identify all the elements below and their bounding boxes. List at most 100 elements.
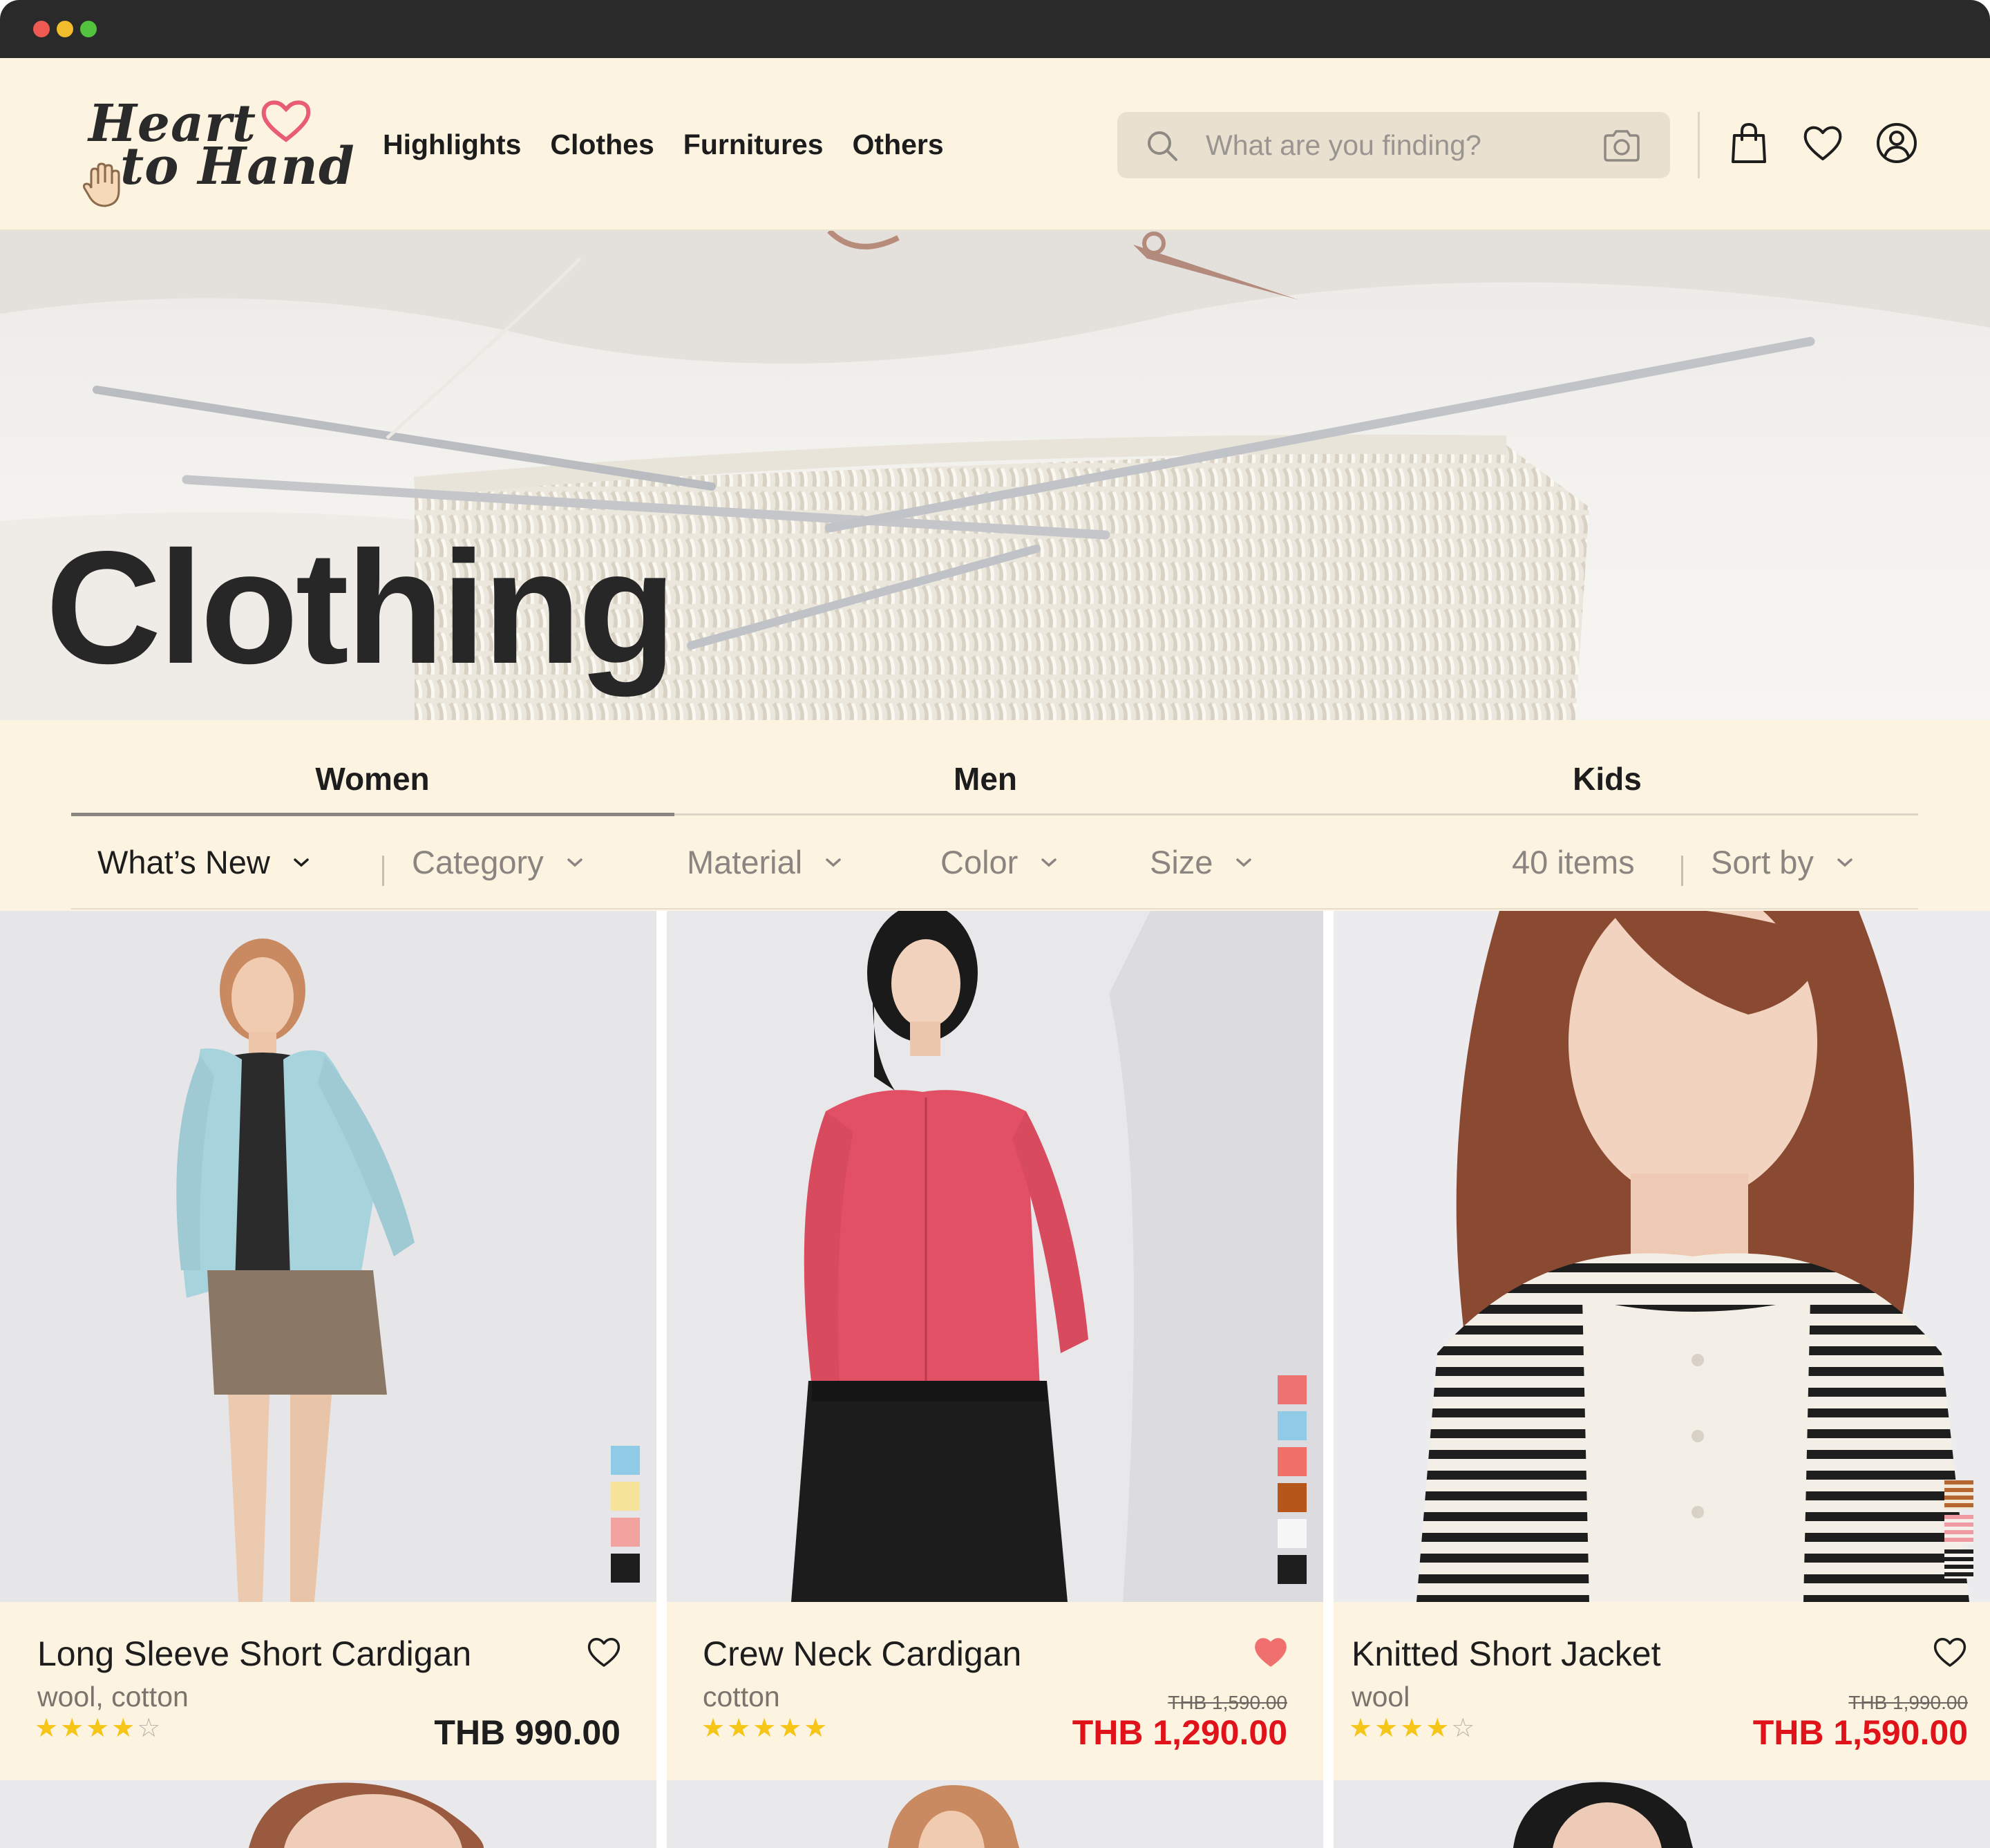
color-swatch[interactable] [1278, 1375, 1307, 1404]
color-swatch[interactable] [611, 1446, 640, 1475]
tab-kids[interactable]: Kids [1573, 760, 1642, 798]
product-photo [667, 911, 1323, 1602]
size-label: Size [1150, 844, 1213, 880]
product-material: wool, cotton [37, 1681, 189, 1713]
filters-area: Women Men Kids What’s New Category Mater… [0, 720, 1990, 911]
site-header: Heart to Hand Highlights Clothes Furnitu… [0, 58, 1990, 231]
whats-new-label: What’s New [97, 844, 270, 880]
hero-title: Clothing [46, 518, 676, 697]
product-name[interactable]: Long Sleeve Short Cardigan [37, 1634, 471, 1674]
close-window-button[interactable] [33, 21, 50, 37]
color-swatch[interactable] [1278, 1447, 1307, 1476]
product-price: THB 990.00 [434, 1713, 620, 1752]
category-dropdown[interactable]: Category [412, 843, 585, 881]
color-swatch-striped-pink[interactable] [1944, 1515, 1973, 1544]
color-swatch[interactable] [1278, 1411, 1307, 1440]
filter-separator [382, 856, 384, 886]
product-material: wool [1352, 1681, 1410, 1713]
product-info: Long Sleeve Short Cardigan wool, cotton … [0, 1602, 656, 1782]
color-swatches [1944, 1480, 1973, 1578]
product-photo [888, 1785, 1019, 1848]
product-sale-price: THB 1,290.00 [1072, 1713, 1287, 1752]
product-photo [0, 911, 656, 1602]
shopping-bag-icon[interactable] [1727, 122, 1770, 164]
favorite-heart-icon[interactable] [1932, 1635, 1968, 1668]
search-input[interactable] [1206, 123, 1593, 167]
product-material: cotton [703, 1681, 780, 1713]
product-photo [1513, 1782, 1693, 1848]
favorite-heart-icon[interactable] [586, 1635, 622, 1668]
nav-clothes[interactable]: Clothes [550, 129, 654, 161]
header-divider [1698, 112, 1700, 178]
whats-new-dropdown[interactable]: What’s New [97, 843, 312, 881]
product-card[interactable]: Knitted Short Jacket wool ★★★★☆ THB 1,99… [1334, 911, 1990, 1782]
tab-women[interactable]: Women [315, 760, 429, 798]
color-swatch[interactable] [611, 1554, 640, 1583]
tab-men[interactable]: Men [954, 760, 1017, 798]
product-name[interactable]: Knitted Short Jacket [1352, 1634, 1660, 1674]
product-rating-stars: ★★★★☆ [1349, 1713, 1477, 1743]
product-info: Crew Neck Cardigan cotton ★★★★★ THB 1,59… [667, 1602, 1323, 1782]
product-photo [249, 1782, 484, 1848]
product-old-price: THB 1,590.00 [1168, 1692, 1287, 1713]
color-swatch[interactable] [1278, 1555, 1307, 1584]
product-card[interactable]: Long Sleeve Short Cardigan wool, cotton … [0, 911, 656, 1782]
chevron-down-icon [1837, 858, 1852, 867]
product-image[interactable] [1334, 911, 1990, 1602]
nav-others[interactable]: Others [853, 129, 944, 161]
product-image[interactable] [0, 911, 656, 1602]
category-label: Category [412, 844, 544, 880]
product-card-partial[interactable] [667, 1780, 1323, 1848]
color-swatch-striped-brown[interactable] [1944, 1480, 1973, 1509]
favorite-heart-filled-icon[interactable] [1253, 1635, 1289, 1668]
color-swatches [611, 1446, 640, 1583]
product-rating-stars: ★★★★☆ [35, 1713, 163, 1743]
color-swatch-striped-black[interactable] [1944, 1549, 1973, 1578]
chevron-down-icon [1041, 858, 1057, 867]
camera-icon[interactable] [1601, 127, 1642, 163]
product-info: Knitted Short Jacket wool ★★★★☆ THB 1,99… [1334, 1602, 1990, 1782]
wishlist-heart-icon[interactable] [1801, 122, 1844, 164]
main-nav: Highlights Clothes Furnitures Others [383, 129, 944, 161]
sort-by-label: Sort by [1711, 844, 1814, 880]
product-card-partial[interactable] [1334, 1780, 1990, 1848]
color-dropdown[interactable]: Color [940, 843, 1059, 881]
logo-text-line2: to Hand [120, 137, 355, 196]
chevron-down-icon [826, 858, 841, 867]
product-photo [1334, 911, 1990, 1602]
hero-banner: Clothing [0, 231, 1990, 720]
product-card[interactable]: Crew Neck Cardigan cotton ★★★★★ THB 1,59… [667, 911, 1323, 1782]
minimize-window-button[interactable] [57, 21, 73, 37]
color-label: Color [940, 844, 1018, 880]
maximize-window-button[interactable] [80, 21, 97, 37]
window-titlebar [0, 0, 1990, 58]
brand-logo[interactable]: Heart to Hand [82, 94, 354, 207]
chevron-down-icon [294, 858, 309, 867]
size-dropdown[interactable]: Size [1150, 843, 1254, 881]
color-swatch[interactable] [611, 1518, 640, 1547]
material-label: Material [687, 844, 803, 880]
product-sale-price: THB 1,590.00 [1752, 1713, 1968, 1752]
items-count: 40 items [1512, 844, 1635, 880]
search-bar [1117, 112, 1670, 178]
sort-by-dropdown[interactable]: Sort by [1711, 843, 1855, 881]
product-card-partial[interactable] [0, 1780, 656, 1848]
color-swatches [1278, 1375, 1307, 1584]
color-swatch[interactable] [611, 1482, 640, 1511]
gender-tabs: Women Men Kids [71, 720, 1918, 816]
search-icon[interactable] [1145, 129, 1179, 163]
color-swatch[interactable] [1278, 1519, 1307, 1548]
nav-highlights[interactable]: Highlights [383, 129, 521, 161]
nav-furnitures[interactable]: Furnitures [683, 129, 824, 161]
account-icon[interactable] [1875, 122, 1918, 164]
chevron-down-icon [1236, 858, 1252, 867]
product-old-price: THB 1,990.00 [1848, 1692, 1968, 1713]
filter-row: What’s New Category Material Color Size … [71, 815, 1918, 909]
product-image[interactable] [667, 911, 1323, 1602]
material-dropdown[interactable]: Material [687, 843, 844, 881]
color-swatch[interactable] [1278, 1483, 1307, 1512]
product-rating-stars: ★★★★★ [701, 1713, 830, 1743]
product-name[interactable]: Crew Neck Cardigan [703, 1634, 1021, 1674]
filter-separator [1681, 856, 1683, 886]
chevron-down-icon [567, 858, 582, 867]
